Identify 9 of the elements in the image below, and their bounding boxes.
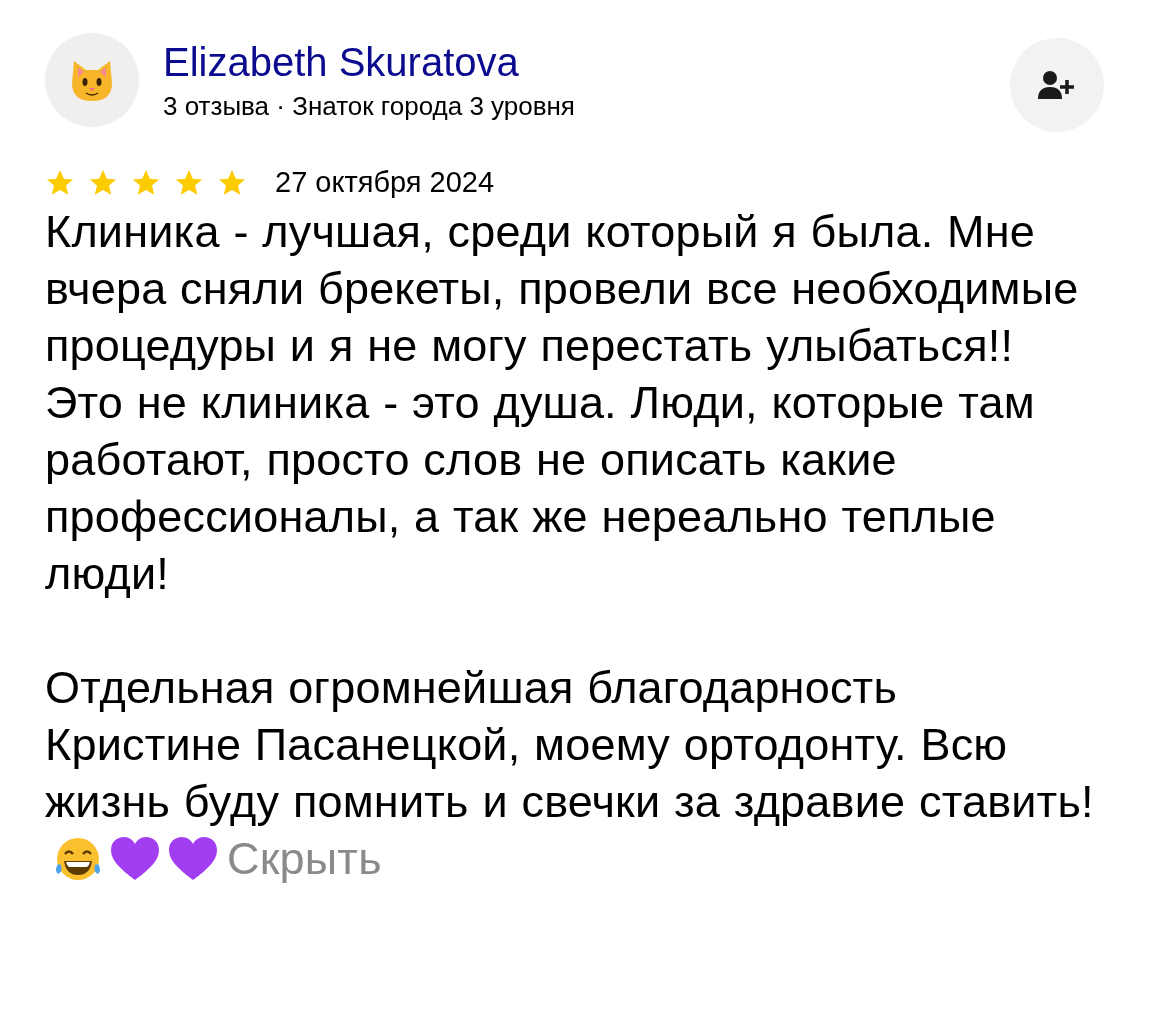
laughing-face-icon xyxy=(53,836,103,882)
heart-icon xyxy=(167,836,219,882)
review-text: Клиника - лучшая, среди который я была. Мне вчера сняли брекеты, провели все необходимые процедуры и я не могу перестать улыбаться!! Это не клиника - это душа. Люди, которые там работают, просто слов не описать какие профессионалы, а так же нереально теплые люди! xyxy=(45,205,1080,601)
add-person-icon xyxy=(1038,70,1076,100)
review-date: 27 октября 2024 xyxy=(275,166,495,199)
heart-icon xyxy=(109,836,161,882)
review-text: Отдельная огромнейшая благодарность Кристине Пасанецкой, моему ортодонту. Всю жизнь буду помнить и свечки за здравие ставить! Скрыть xyxy=(45,661,1095,886)
author-name[interactable]: Elizabeth Skuratova xyxy=(163,39,986,85)
author-stats: 3 отзыва · Знаток города 3 уровня xyxy=(163,91,576,121)
